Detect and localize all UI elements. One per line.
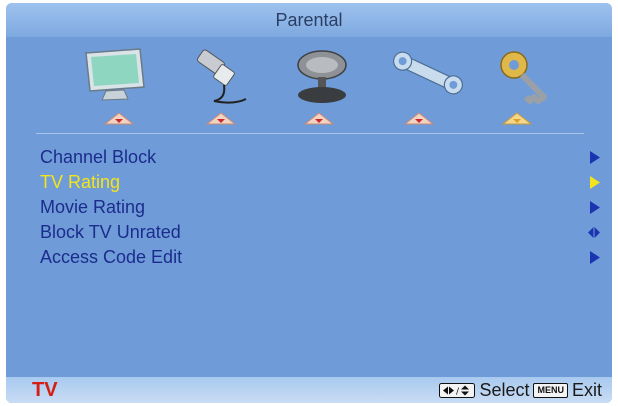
menu-item-movie-rating[interactable]: Movie Rating [40, 195, 600, 220]
left-right-arrow-icon [588, 227, 600, 238]
menu-title: Parental [6, 3, 612, 37]
select-label: Select [479, 380, 530, 400]
tab-marker-picture [104, 112, 134, 125]
menu-item-label: Access Code Edit [40, 247, 183, 267]
menu-item-label: Channel Block [40, 147, 157, 167]
exit-label: Exit [571, 380, 602, 400]
input-source-label: TV [32, 379, 58, 401]
tab-marker-parental-selected [502, 112, 532, 125]
tab-marker-channel [304, 112, 334, 125]
osd-menu-panel: Parental Channel Block TV Rating Movie R… [6, 3, 612, 403]
menu-item-block-tv-unrated[interactable]: Block TV Unrated [40, 220, 600, 245]
tab-marker-audio [206, 112, 236, 125]
key-help: / Select MENU Exit [439, 380, 602, 401]
menu-item-channel-block[interactable]: Channel Block [40, 145, 600, 170]
menu-item-label: Movie Rating [40, 197, 146, 217]
menu-item-label: TV Rating [40, 172, 121, 192]
menu-item-access-code-edit[interactable]: Access Code Edit [40, 245, 600, 270]
arrow-keys-icon: / [439, 383, 476, 398]
right-arrow-icon [590, 251, 600, 264]
menu-key-icon: MENU [533, 383, 568, 398]
divider [36, 133, 584, 134]
tab-marker-setup [404, 112, 434, 125]
menu-item-label: Block TV Unrated [40, 222, 181, 242]
help-bar: TV / Select MENU Exit [6, 377, 612, 403]
right-arrow-icon [590, 176, 600, 189]
right-arrow-icon [590, 151, 600, 164]
right-arrow-icon [590, 201, 600, 214]
menu-item-tv-rating[interactable]: TV Rating [40, 170, 600, 195]
parental-menu-list: Channel Block TV Rating Movie Rating Blo… [40, 145, 600, 270]
